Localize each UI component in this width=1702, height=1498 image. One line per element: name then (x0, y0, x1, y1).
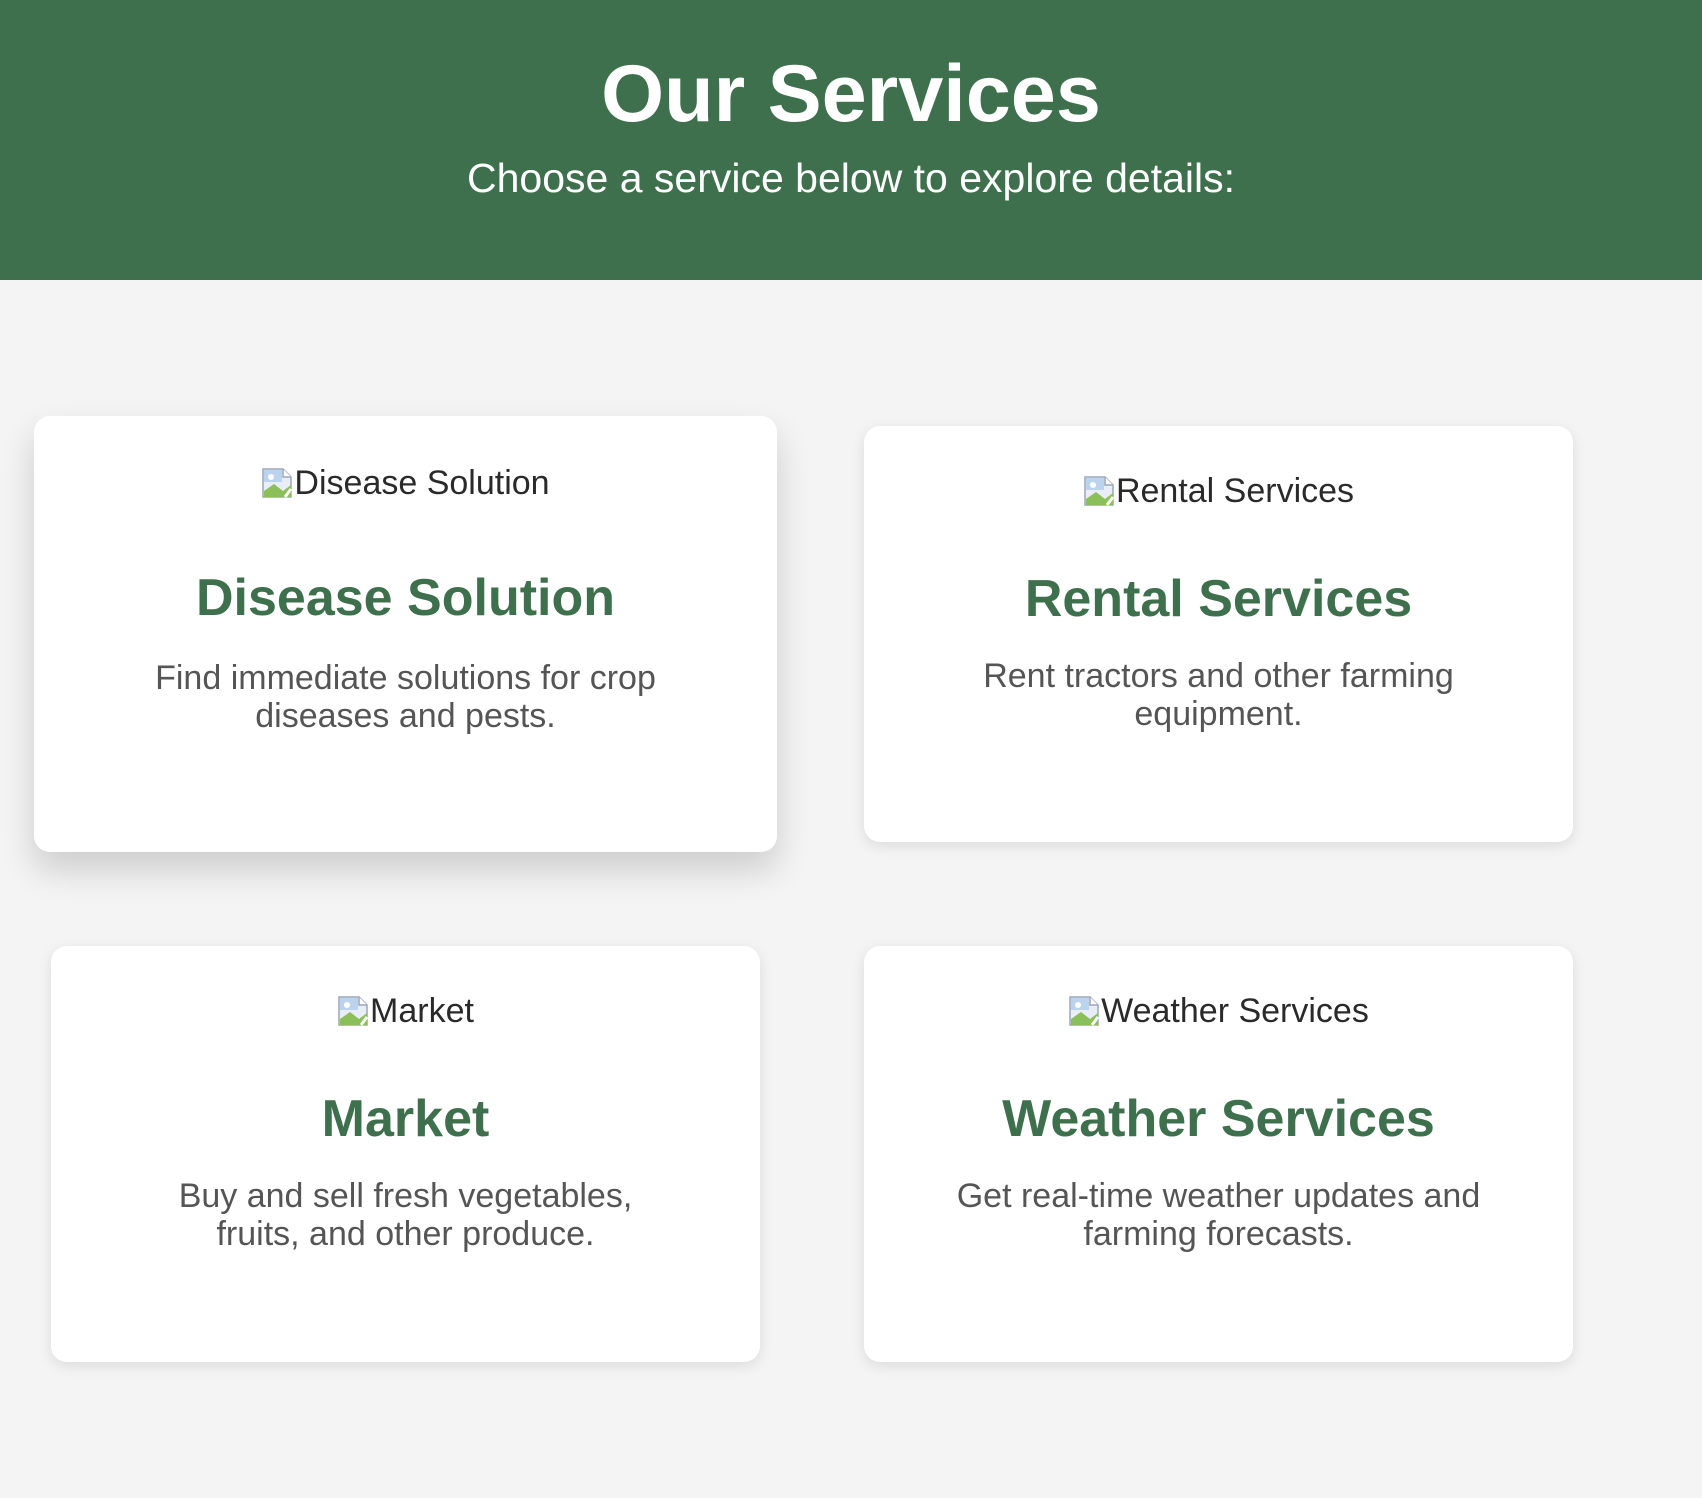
page-title: Our Services (601, 49, 1101, 139)
service-title: Rental Services (1024, 570, 1413, 628)
broken-image-icon (337, 995, 369, 1027)
service-image: Rental Services (864, 471, 1573, 511)
service-card-weather-services[interactable]: Weather Services Weather Services Get re… (864, 946, 1573, 1362)
service-title: Market (321, 1090, 490, 1148)
service-image-alt: Rental Services (1115, 472, 1355, 510)
service-description: Find immediate solutions for crop diseas… (155, 659, 656, 735)
broken-image-icon (261, 467, 293, 499)
service-image-alt: Disease Solution (294, 464, 550, 502)
page-header: Our Services Choose a service below to e… (0, 0, 1702, 280)
broken-image-icon (1083, 475, 1115, 507)
service-image-alt: Weather Services (1101, 992, 1369, 1030)
service-description: Buy and sell fresh vegetables, fruits, a… (178, 1177, 633, 1253)
service-card-disease-solution[interactable]: Disease Solution Disease Solution Find i… (34, 416, 777, 852)
service-image: Market (51, 991, 760, 1031)
service-image: Disease Solution (34, 463, 777, 503)
broken-image-icon (1068, 995, 1100, 1027)
service-title: Weather Services (1002, 1090, 1435, 1148)
service-image-alt: Market (370, 992, 474, 1030)
service-description: Rent tractors and other farming equipmen… (983, 657, 1454, 733)
service-card-rental-services[interactable]: Rental Services Rental Services Rent tra… (864, 426, 1573, 842)
service-description: Get real-time weather updates and farmin… (956, 1177, 1481, 1253)
service-title: Disease Solution (196, 569, 615, 627)
service-image: Weather Services (864, 991, 1573, 1031)
service-card-market[interactable]: Market Market Buy and sell fresh vegetab… (51, 946, 760, 1362)
page-subtitle: Choose a service below to explore detail… (466, 155, 1236, 201)
